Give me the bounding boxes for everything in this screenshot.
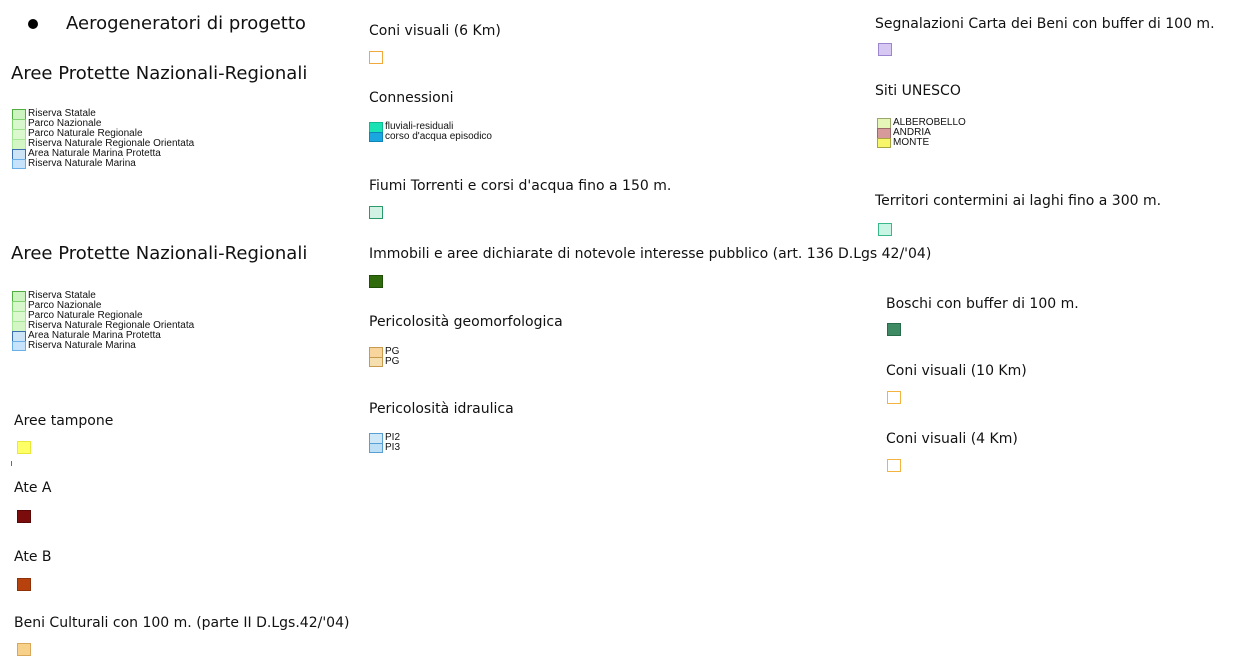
legend-swatch bbox=[12, 321, 26, 331]
legend-item-label: PI3 bbox=[385, 442, 401, 453]
legend-item-label: corso d'acqua episodico bbox=[385, 131, 492, 142]
pericolosita-idr-label: Pericolosità idraulica bbox=[369, 401, 514, 417]
immobili-swatch bbox=[369, 275, 383, 288]
legend-list-item: corso d'acqua episodico bbox=[369, 132, 492, 142]
legend-swatch bbox=[12, 119, 26, 129]
aree-protette-list-1: Riserva Statale Parco Nazionale Parco Natu… bbox=[12, 109, 194, 169]
boschi-label: Boschi con buffer di 100 m. bbox=[886, 296, 1079, 312]
legend-swatch bbox=[12, 301, 26, 311]
legend-swatch bbox=[12, 149, 26, 159]
legend-swatch bbox=[877, 118, 891, 128]
pericolosita-geo-list: PG PG bbox=[369, 347, 399, 367]
coni-6km-swatch bbox=[369, 51, 383, 64]
territori-laghi-label: Territori contermini ai laghi fino a 300… bbox=[875, 193, 1162, 209]
siti-unesco-list: ALBEROBELLO ANDRIA MONTE bbox=[877, 118, 966, 148]
legend-list-item: MONTE bbox=[877, 138, 966, 148]
segnalazioni-swatch bbox=[878, 43, 892, 56]
boschi-swatch bbox=[887, 323, 901, 336]
legend-list-item: Riserva Naturale Marina bbox=[12, 341, 194, 351]
legend-swatch bbox=[12, 291, 26, 301]
legend-swatch bbox=[12, 311, 26, 321]
aree-tampone-swatch bbox=[17, 441, 31, 454]
legend-swatch bbox=[877, 138, 891, 148]
ate-a-swatch bbox=[17, 510, 31, 523]
legend-swatch bbox=[369, 122, 383, 132]
aerogeneratori-label: Aerogeneratori di progetto bbox=[66, 13, 306, 34]
ate-b-swatch bbox=[17, 578, 31, 591]
aree-protette-list-2: Riserva Statale Parco Nazionale Parco Natu… bbox=[12, 291, 194, 351]
pericolosita-idr-list: PI2 PI3 bbox=[369, 433, 400, 453]
fiumi-label: Fiumi Torrenti e corsi d'acqua fino a 15… bbox=[369, 178, 672, 194]
legend-swatch bbox=[12, 139, 26, 149]
legend-swatch bbox=[369, 132, 383, 142]
legend-swatch bbox=[369, 347, 383, 357]
legend-swatch bbox=[369, 443, 383, 453]
ate-b-label: Ate B bbox=[14, 549, 52, 565]
legend-swatch bbox=[12, 109, 26, 119]
coni-10km-swatch bbox=[887, 391, 901, 404]
legend-item-label: Riserva Naturale Marina bbox=[28, 158, 136, 169]
connessioni-list: fluviali-residuali corso d'acqua episodic… bbox=[369, 122, 492, 142]
aree-protette-title-1: Aree Protette Nazionali-Regionali bbox=[11, 63, 308, 84]
coni-10km-label: Coni visuali (10 Km) bbox=[886, 363, 1027, 379]
legend-item-label: MONTE bbox=[893, 137, 930, 148]
pericolosita-geo-label: Pericolosità geomorfologica bbox=[369, 314, 563, 330]
legend-item-label: PG bbox=[385, 356, 400, 367]
aerogeneratore-bullet-icon bbox=[28, 19, 38, 29]
beni-culturali-label: Beni Culturali con 100 m. (parte II D.Lg… bbox=[14, 615, 350, 631]
ate-a-label: Ate A bbox=[14, 480, 52, 496]
aree-protette-title-2: Aree Protette Nazionali-Regionali bbox=[11, 243, 308, 264]
fiumi-swatch bbox=[369, 206, 383, 219]
connessioni-label: Connessioni bbox=[369, 90, 454, 106]
legend-list-item: Riserva Naturale Marina bbox=[12, 159, 194, 169]
coni-4km-label: Coni visuali (4 Km) bbox=[886, 431, 1018, 447]
beni-culturali-swatch bbox=[17, 643, 31, 656]
legend-swatch bbox=[12, 159, 26, 169]
coni-4km-swatch bbox=[887, 459, 901, 472]
territori-laghi-swatch bbox=[878, 223, 892, 236]
legend-swatch bbox=[12, 331, 26, 341]
aree-tampone-marker-icon bbox=[11, 461, 12, 466]
coni-6km-label: Coni visuali (6 Km) bbox=[369, 23, 501, 39]
aree-tampone-label: Aree tampone bbox=[14, 413, 114, 429]
immobili-label: Immobili e aree dichiarate di notevole i… bbox=[369, 246, 932, 262]
legend-swatch bbox=[12, 129, 26, 139]
segnalazioni-label: Segnalazioni Carta dei Beni con buffer d… bbox=[875, 16, 1215, 32]
legend-swatch bbox=[877, 128, 891, 138]
legend-list-item: PG bbox=[369, 357, 399, 367]
legend-swatch bbox=[12, 341, 26, 351]
legend-swatch bbox=[369, 433, 383, 443]
legend-list-item: PI3 bbox=[369, 443, 400, 453]
legend-item-label: Riserva Naturale Marina bbox=[28, 340, 136, 351]
siti-unesco-label: Siti UNESCO bbox=[875, 83, 961, 99]
legend-swatch bbox=[369, 357, 383, 367]
